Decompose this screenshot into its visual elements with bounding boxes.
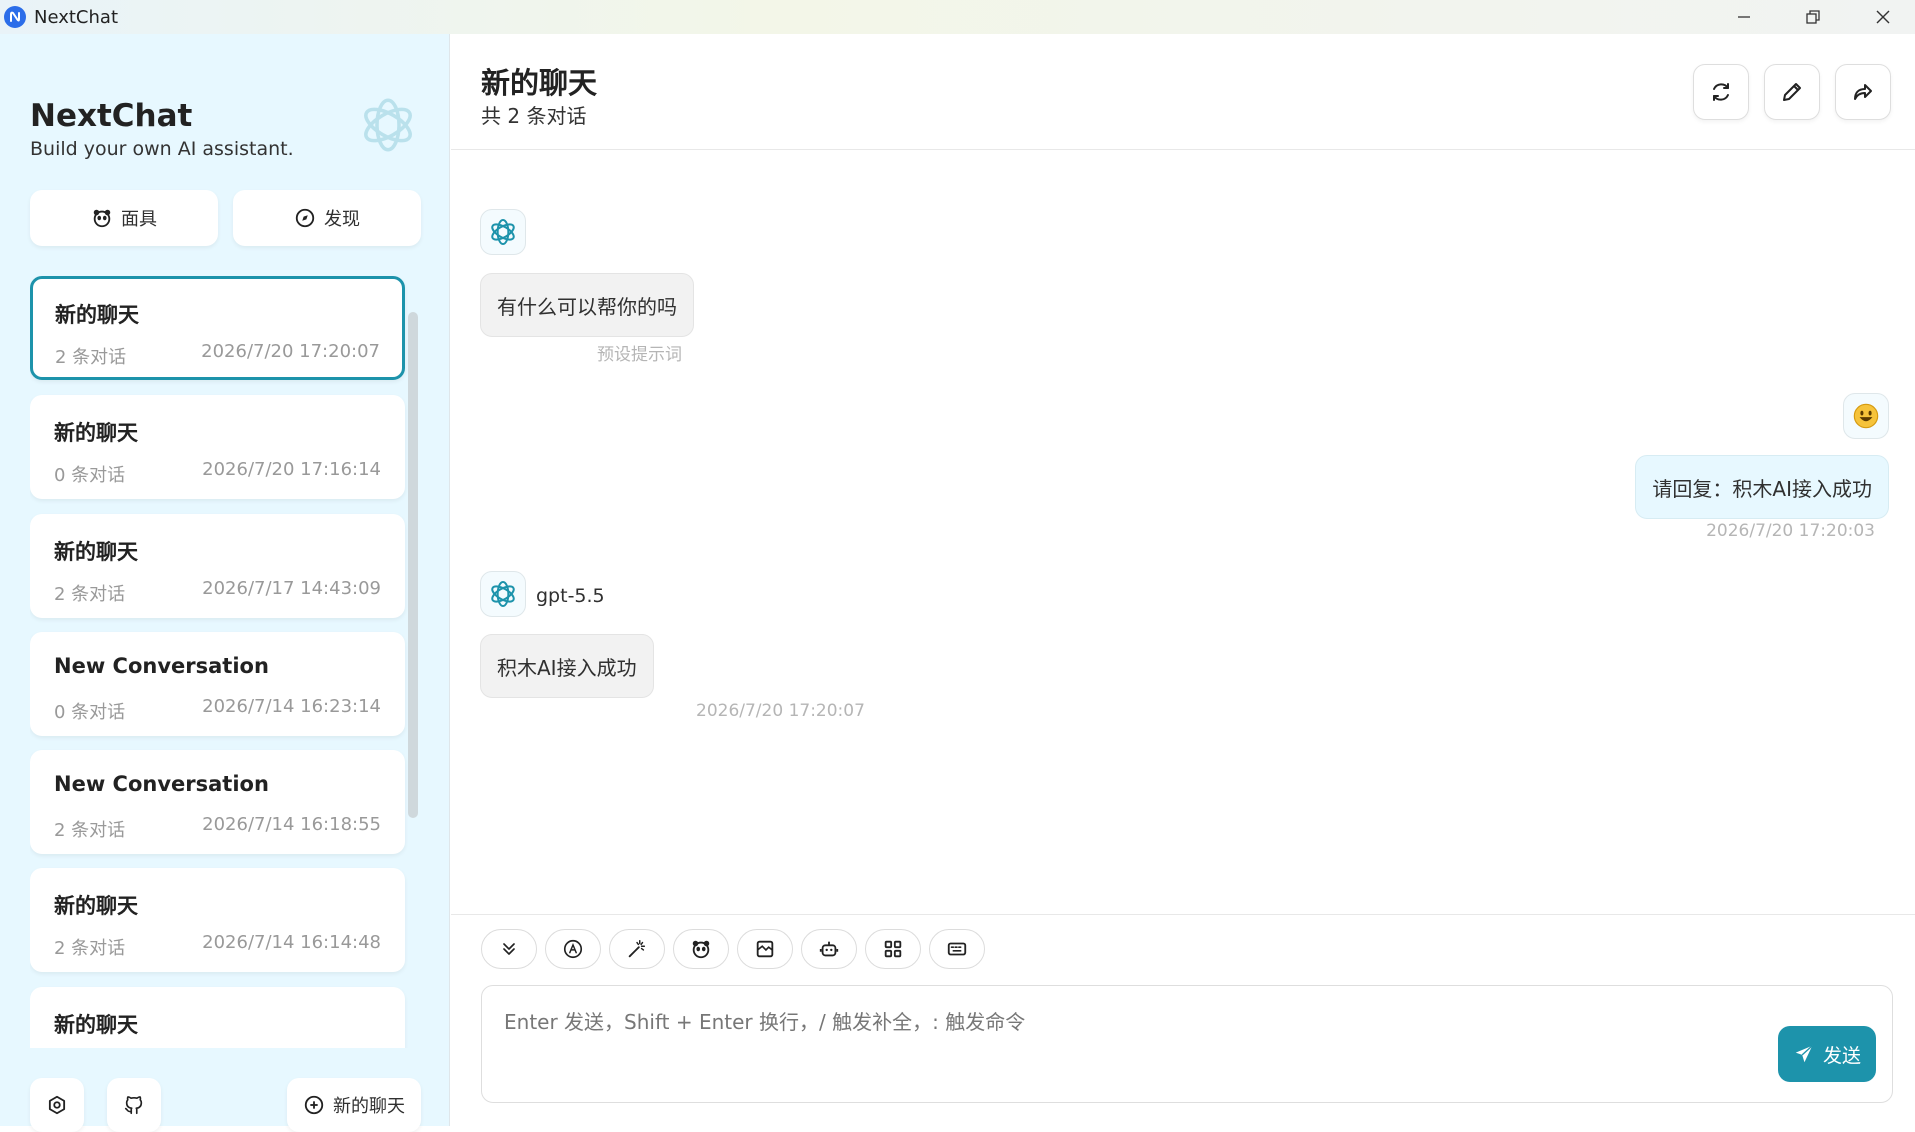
- discover-button[interactable]: 发现: [233, 190, 421, 246]
- window-title: NextChat: [34, 6, 118, 28]
- break-icon: [756, 940, 774, 958]
- user-avatar: [1843, 393, 1889, 439]
- chat-input[interactable]: [502, 1004, 1762, 1084]
- chat-item-title: New Conversation: [54, 772, 269, 796]
- auto-mode-icon: [563, 939, 583, 959]
- send-label: 发送: [1822, 1044, 1861, 1067]
- mask-label: 面具: [121, 209, 157, 230]
- chat-item-date: 2026/7/17 14:43:09: [202, 578, 381, 599]
- message-meta: 2026/7/20 17:20:07: [696, 701, 865, 721]
- chat-list: 新的聊天 2 条对话 2026/7/20 17:20:07 新的聊天 0 条对话…: [30, 276, 420, 1048]
- chat-main: 新的聊天 共 2 条对话 有什么可以帮你的吗 预设提示词 请回复：积木AI接入成…: [451, 34, 1915, 1126]
- send-button[interactable]: 发送: [1778, 1026, 1876, 1082]
- chat-list-item[interactable]: 新的聊天 2 条对话 2026/7/14 16:14:48: [30, 868, 405, 972]
- chat-header: 新的聊天 共 2 条对话: [451, 34, 1915, 150]
- window-titlebar: NextChat: [0, 0, 1915, 34]
- chat-item-title: 新的聊天: [55, 303, 139, 327]
- message-meta: 2026/7/20 17:20:03: [1706, 521, 1875, 541]
- minimize-icon: [1738, 16, 1750, 18]
- new-chat-label: 新的聊天: [333, 1096, 405, 1117]
- add-circle-icon: [304, 1095, 324, 1115]
- message-meta: 预设提示词: [597, 345, 682, 365]
- chat-item-count: 0 条对话: [54, 702, 126, 723]
- sidebar: NextChat Build your own AI assistant. 面具…: [0, 34, 450, 1132]
- pencil-icon: [1783, 83, 1801, 101]
- chat-list-item[interactable]: New Conversation 2 条对话 2026/7/14 16:18:5…: [30, 750, 405, 854]
- openai-logo-icon: [491, 219, 515, 245]
- share-button[interactable]: [1835, 64, 1891, 120]
- chat-item-count: 2 条对话: [54, 584, 126, 605]
- refresh-icon: [1713, 83, 1729, 101]
- chat-item-title: 新的聊天: [54, 894, 138, 918]
- chat-list-item[interactable]: 新的聊天 0 条对话 2026/7/20 17:16:14: [30, 395, 405, 499]
- robot-icon: [819, 941, 839, 957]
- user-message-bubble: 请回复：积木AI接入成功: [1635, 455, 1889, 519]
- scroll-to-bottom-button[interactable]: [481, 929, 537, 969]
- restore-button[interactable]: [1778, 0, 1848, 34]
- settings-icon: [48, 1095, 66, 1115]
- panda-mask-icon: [692, 940, 710, 959]
- assistant-message-bubble: 有什么可以帮你的吗: [480, 273, 694, 337]
- discover-label: 发现: [324, 209, 360, 230]
- restore-icon: [1806, 10, 1820, 24]
- assistant-avatar: [480, 571, 526, 617]
- chat-item-count: 0 条对话: [54, 465, 126, 486]
- chat-title[interactable]: 新的聊天: [481, 60, 597, 102]
- chat-item-date: 2026/7/20 17:16:14: [202, 459, 381, 480]
- chat-list-item[interactable]: 新的聊天 2 条对话 2026/7/20 17:20:07: [30, 276, 405, 380]
- model-select-button[interactable]: [801, 929, 857, 969]
- github-icon: [124, 1096, 143, 1115]
- new-chat-button[interactable]: 新的聊天: [287, 1078, 421, 1132]
- chat-input-panel: 发送: [451, 914, 1915, 1126]
- brand-subtitle: Build your own AI assistant.: [30, 138, 294, 160]
- close-icon: [1876, 10, 1890, 24]
- brand-title: NextChat: [30, 98, 193, 134]
- share-icon: [1854, 84, 1872, 100]
- edit-button[interactable]: [1764, 64, 1820, 120]
- assistant-message-bubble: 积木AI接入成功: [480, 634, 654, 698]
- smiley-emoji-icon: [1853, 403, 1879, 429]
- chat-list-item[interactable]: 新的聊天: [30, 987, 405, 1048]
- chat-item-count: 2 条对话: [54, 820, 126, 841]
- chat-item-count: 2 条对话: [55, 347, 127, 368]
- prompt-button[interactable]: [609, 929, 665, 969]
- chat-item-date: 2026/7/14 16:14:48: [202, 932, 381, 953]
- panda-mask-icon: [93, 209, 111, 228]
- github-button[interactable]: [107, 1078, 161, 1132]
- chat-subtitle: 共 2 条对话: [481, 104, 587, 128]
- model-settings-button[interactable]: [545, 929, 601, 969]
- chat-input-box: 发送: [481, 985, 1893, 1103]
- mask-tool-button[interactable]: [673, 929, 729, 969]
- openai-logo-icon: [355, 92, 421, 162]
- settings-button[interactable]: [30, 1078, 84, 1132]
- clear-context-button[interactable]: [737, 929, 793, 969]
- chat-list-item[interactable]: New Conversation 0 条对话 2026/7/14 16:23:1…: [30, 632, 405, 736]
- chat-item-title: 新的聊天: [54, 1013, 138, 1037]
- send-icon: [1795, 1045, 1813, 1063]
- chat-list-item[interactable]: 新的聊天 2 条对话 2026/7/17 14:43:09: [30, 514, 405, 618]
- keyboard-icon: [947, 942, 967, 956]
- chat-list-scrollbar[interactable]: [408, 312, 418, 818]
- chat-item-title: 新的聊天: [54, 540, 138, 564]
- plugin-button[interactable]: [865, 929, 921, 969]
- chat-item-title: 新的聊天: [54, 421, 138, 445]
- shortcut-keys-button[interactable]: [929, 929, 985, 969]
- chat-item-date: 2026/7/20 17:20:07: [201, 341, 380, 362]
- model-name: gpt-5.5: [536, 585, 605, 607]
- assistant-avatar: [480, 209, 526, 255]
- mask-button[interactable]: 面具: [30, 190, 218, 246]
- compass-icon: [295, 208, 315, 228]
- openai-logo-icon: [491, 581, 515, 607]
- chat-item-date: 2026/7/14 16:23:14: [202, 696, 381, 717]
- chat-item-date: 2026/7/14 16:18:55: [202, 814, 381, 835]
- magic-wand-icon: [628, 940, 646, 958]
- refresh-button[interactable]: [1693, 64, 1749, 120]
- chat-item-title: New Conversation: [54, 654, 269, 678]
- grid-icon: [884, 940, 902, 958]
- chat-item-count: 2 条对话: [54, 938, 126, 959]
- minimize-button[interactable]: [1709, 0, 1779, 34]
- double-chevron-down-icon: [503, 943, 515, 955]
- app-logo-icon: [4, 6, 26, 28]
- close-window-button[interactable]: [1848, 0, 1915, 34]
